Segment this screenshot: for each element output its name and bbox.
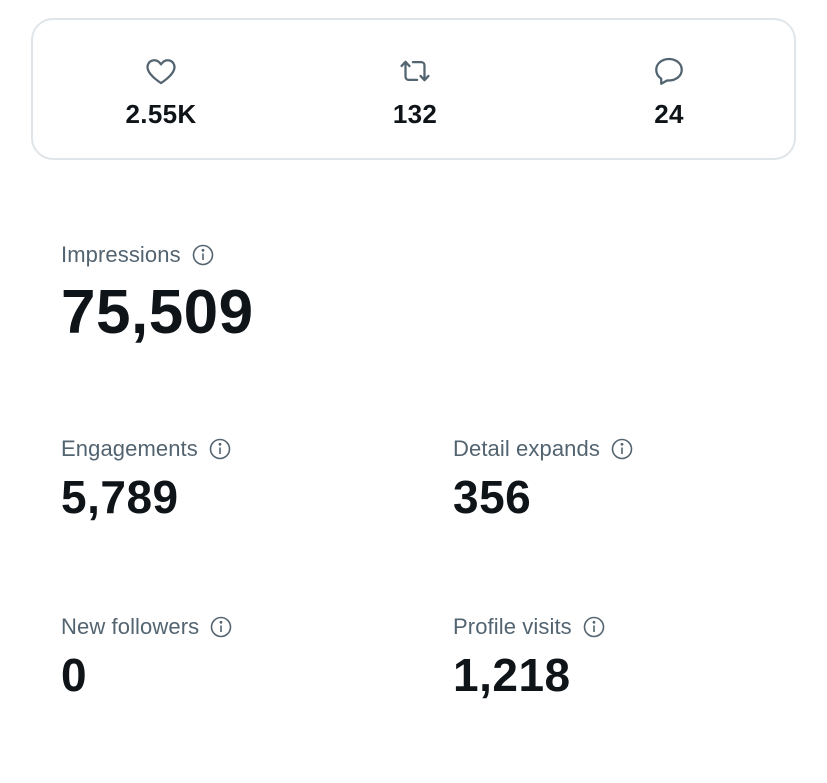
impressions-value: 75,509 <box>61 278 254 347</box>
engagements-label: Engagements <box>61 436 198 461</box>
new-followers-metric: New followers 0 <box>61 614 233 698</box>
new-followers-value: 0 <box>61 649 88 701</box>
impressions-label: Impressions <box>61 242 181 267</box>
info-icon[interactable] <box>610 437 634 461</box>
detail-expands-label: Detail expands <box>453 436 600 461</box>
detail-expands-metric: Detail expands 356 <box>453 436 634 520</box>
retweet-icon <box>398 54 432 88</box>
profile-visits-value: 1,218 <box>453 649 571 701</box>
likes-count: 2.55K <box>125 99 197 129</box>
replies-count: 24 <box>654 99 684 129</box>
reply-icon <box>652 54 686 88</box>
impressions-metric: Impressions 75,509 <box>61 242 254 344</box>
new-followers-label: New followers <box>61 614 200 639</box>
retweets-stat[interactable]: 132 <box>335 20 495 158</box>
profile-visits-label: Profile visits <box>453 614 572 639</box>
info-icon[interactable] <box>191 243 215 267</box>
info-icon[interactable] <box>209 615 233 639</box>
heart-icon <box>144 54 178 88</box>
engagements-value: 5,789 <box>61 471 179 523</box>
engagement-summary-card: 2.55K 132 24 <box>31 18 796 160</box>
detail-expands-value: 356 <box>453 471 532 523</box>
engagements-metric: Engagements 5,789 <box>61 436 232 520</box>
retweets-count: 132 <box>392 99 438 129</box>
info-icon[interactable] <box>582 615 606 639</box>
profile-visits-metric: Profile visits 1,218 <box>453 614 606 698</box>
likes-stat[interactable]: 2.55K <box>81 20 241 158</box>
info-icon[interactable] <box>208 437 232 461</box>
replies-stat[interactable]: 24 <box>589 20 749 158</box>
